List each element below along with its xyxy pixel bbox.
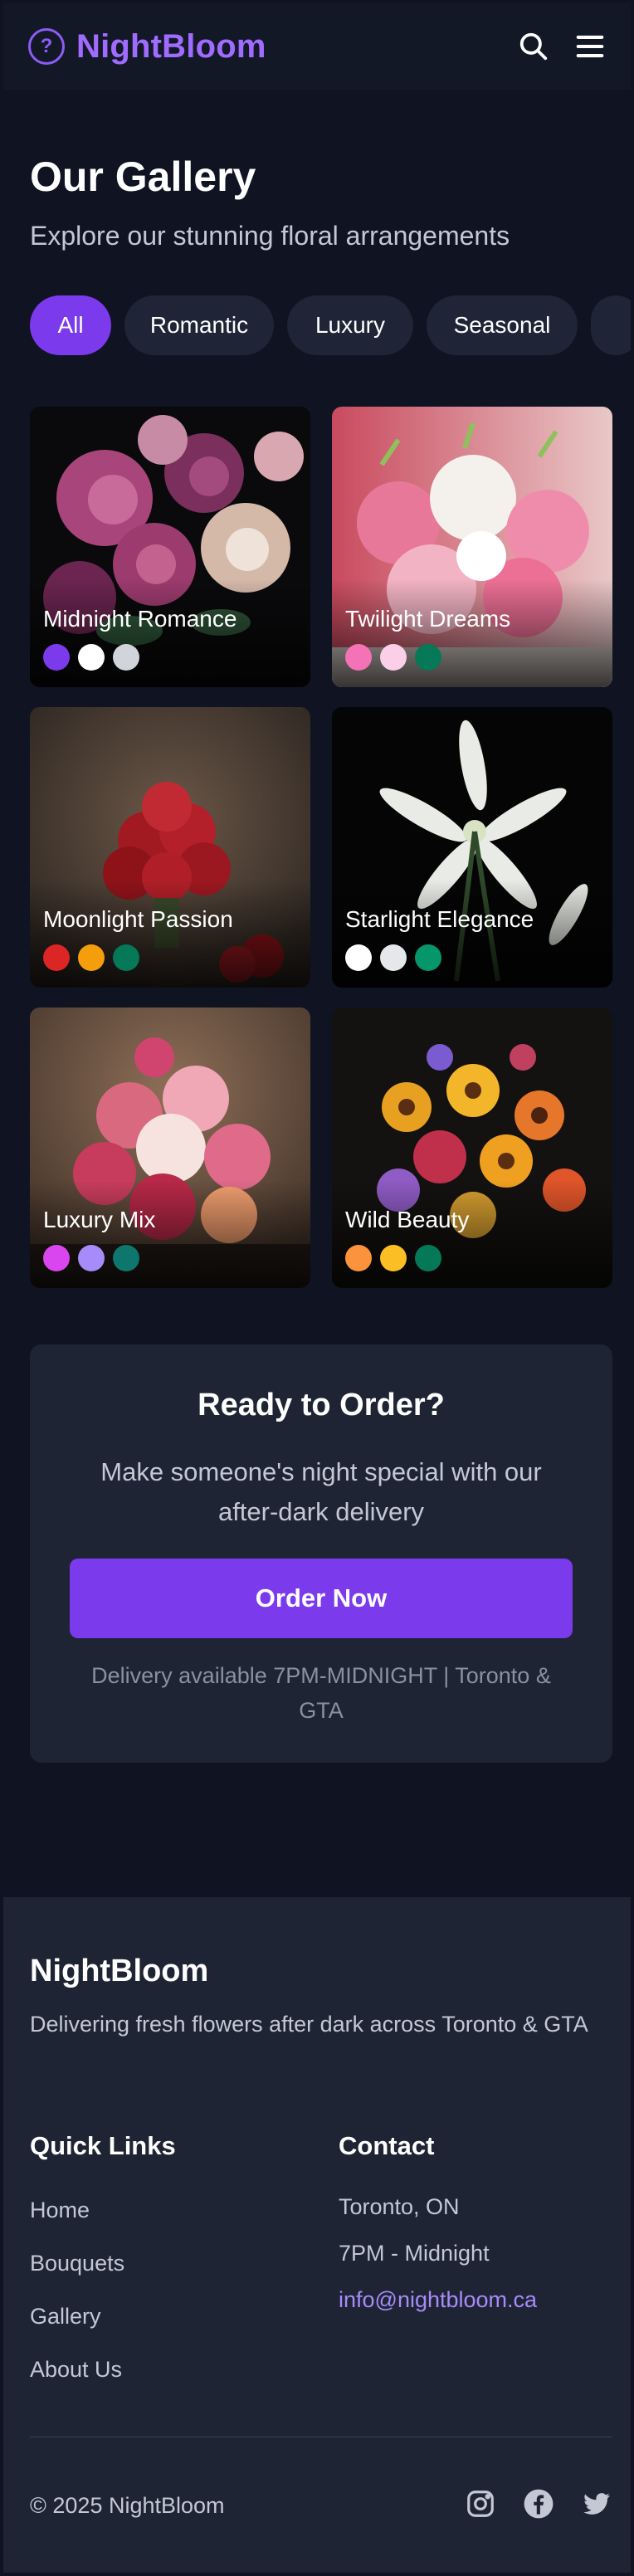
color-swatches: [43, 1245, 139, 1271]
footer-tagline: Delivering fresh flowers after dark acro…: [30, 2012, 588, 2037]
card-overlay: [30, 880, 310, 988]
page: ? NightBloom Our Gallery Explore our stu…: [3, 3, 631, 2573]
color-swatches: [345, 1245, 441, 1271]
card-title: Luxury Mix: [43, 1207, 156, 1232]
gallery-card-moonlight-passion[interactable]: Moonlight Passion: [30, 707, 310, 988]
card-title: Starlight Elegance: [345, 906, 534, 932]
gallery-card-twilight-dreams[interactable]: Twilight Dreams: [332, 407, 612, 687]
card-overlay: [30, 1180, 310, 1288]
search-icon[interactable]: [516, 29, 551, 64]
question-circle-icon[interactable]: ?: [28, 28, 65, 65]
card-overlay: [332, 1180, 612, 1288]
footer-link-gallery[interactable]: Gallery: [30, 2304, 101, 2330]
brand-logo[interactable]: NightBloom: [76, 28, 266, 66]
color-swatch: [43, 944, 70, 971]
social-links: [465, 2488, 612, 2520]
color-swatch: [78, 1245, 105, 1271]
color-swatch: [415, 644, 441, 671]
delivery-note: Delivery available 7PM-MIDNIGHT | Toront…: [91, 1663, 551, 1723]
color-swatch: [113, 944, 139, 971]
color-swatch: [43, 644, 70, 671]
filter-chip-more[interactable]: [591, 295, 631, 355]
header-actions: [516, 29, 607, 64]
page-title: Our Gallery: [30, 154, 256, 200]
order-now-button[interactable]: Order Now: [70, 1559, 573, 1638]
card-title: Twilight Dreams: [345, 606, 511, 632]
gallery-card-starlight-elegance[interactable]: Starlight Elegance: [332, 707, 612, 988]
gallery-card-luxury-mix[interactable]: Luxury Mix: [30, 1007, 310, 1288]
filter-chip-all[interactable]: All: [30, 295, 111, 355]
twitter-icon[interactable]: [581, 2488, 612, 2520]
color-swatch: [78, 944, 105, 971]
color-swatch: [415, 1245, 441, 1271]
quick-links-title: Quick Links: [30, 2131, 176, 2160]
gallery-card-midnight-romance[interactable]: Midnight Romance: [30, 407, 310, 687]
card-overlay: [332, 579, 612, 687]
color-swatch: [415, 944, 441, 971]
card-overlay: [332, 880, 612, 988]
filter-chip-luxury[interactable]: Luxury: [287, 295, 413, 355]
color-swatch: [345, 944, 372, 971]
color-swatches: [345, 944, 441, 971]
top-nav: ? NightBloom: [3, 3, 631, 90]
footer-link-bouquets[interactable]: Bouquets: [30, 2251, 124, 2276]
color-swatch: [113, 644, 139, 671]
cta-title: Ready to Order?: [198, 1388, 445, 1422]
color-swatch: [380, 644, 407, 671]
contact-email-link[interactable]: info@nightbloom.ca: [339, 2287, 537, 2313]
color-swatch: [380, 944, 407, 971]
contact-hours: 7PM - Midnight: [339, 2241, 490, 2266]
footer-link-about-us[interactable]: About Us: [30, 2357, 122, 2383]
contact-city: Toronto, ON: [339, 2194, 460, 2219]
card-overlay: [30, 579, 310, 687]
footer: NightBloom Delivering fresh flowers afte…: [3, 1897, 631, 2573]
color-swatches: [345, 644, 441, 671]
instagram-icon[interactable]: [465, 2488, 496, 2520]
color-swatches: [43, 644, 139, 671]
color-swatch: [43, 1245, 70, 1271]
footer-link-home[interactable]: Home: [30, 2198, 90, 2223]
card-title: Wild Beauty: [345, 1207, 470, 1232]
hamburger-menu-icon[interactable]: [573, 29, 607, 64]
gallery-card-wild-beauty[interactable]: Wild Beauty: [332, 1007, 612, 1288]
gallery-grid: Midnight Romance Twilight Dreams Moonlig…: [30, 407, 612, 1288]
color-swatches: [43, 944, 139, 971]
color-swatch: [78, 644, 105, 671]
card-title: Moonlight Passion: [43, 906, 233, 932]
facebook-icon[interactable]: [523, 2488, 554, 2520]
card-title: Midnight Romance: [43, 606, 237, 632]
copyright: © 2025 NightBloom: [30, 2493, 225, 2518]
color-swatch: [345, 644, 372, 671]
color-swatch: [113, 1245, 139, 1271]
filter-chips: All Romantic Luxury Seasonal: [30, 295, 631, 355]
filter-chip-romantic[interactable]: Romantic: [124, 295, 274, 355]
filter-chip-seasonal[interactable]: Seasonal: [427, 295, 578, 355]
color-swatch: [380, 1245, 407, 1271]
color-swatch: [345, 1245, 372, 1271]
order-cta-panel: Ready to Order? Make someone's night spe…: [30, 1344, 612, 1763]
cta-description: Make someone's night special with our af…: [100, 1457, 542, 1526]
contact-title: Contact: [339, 2131, 435, 2160]
footer-brand: NightBloom: [30, 1954, 209, 1988]
page-subtitle: Explore our stunning floral arrangements: [30, 221, 510, 251]
